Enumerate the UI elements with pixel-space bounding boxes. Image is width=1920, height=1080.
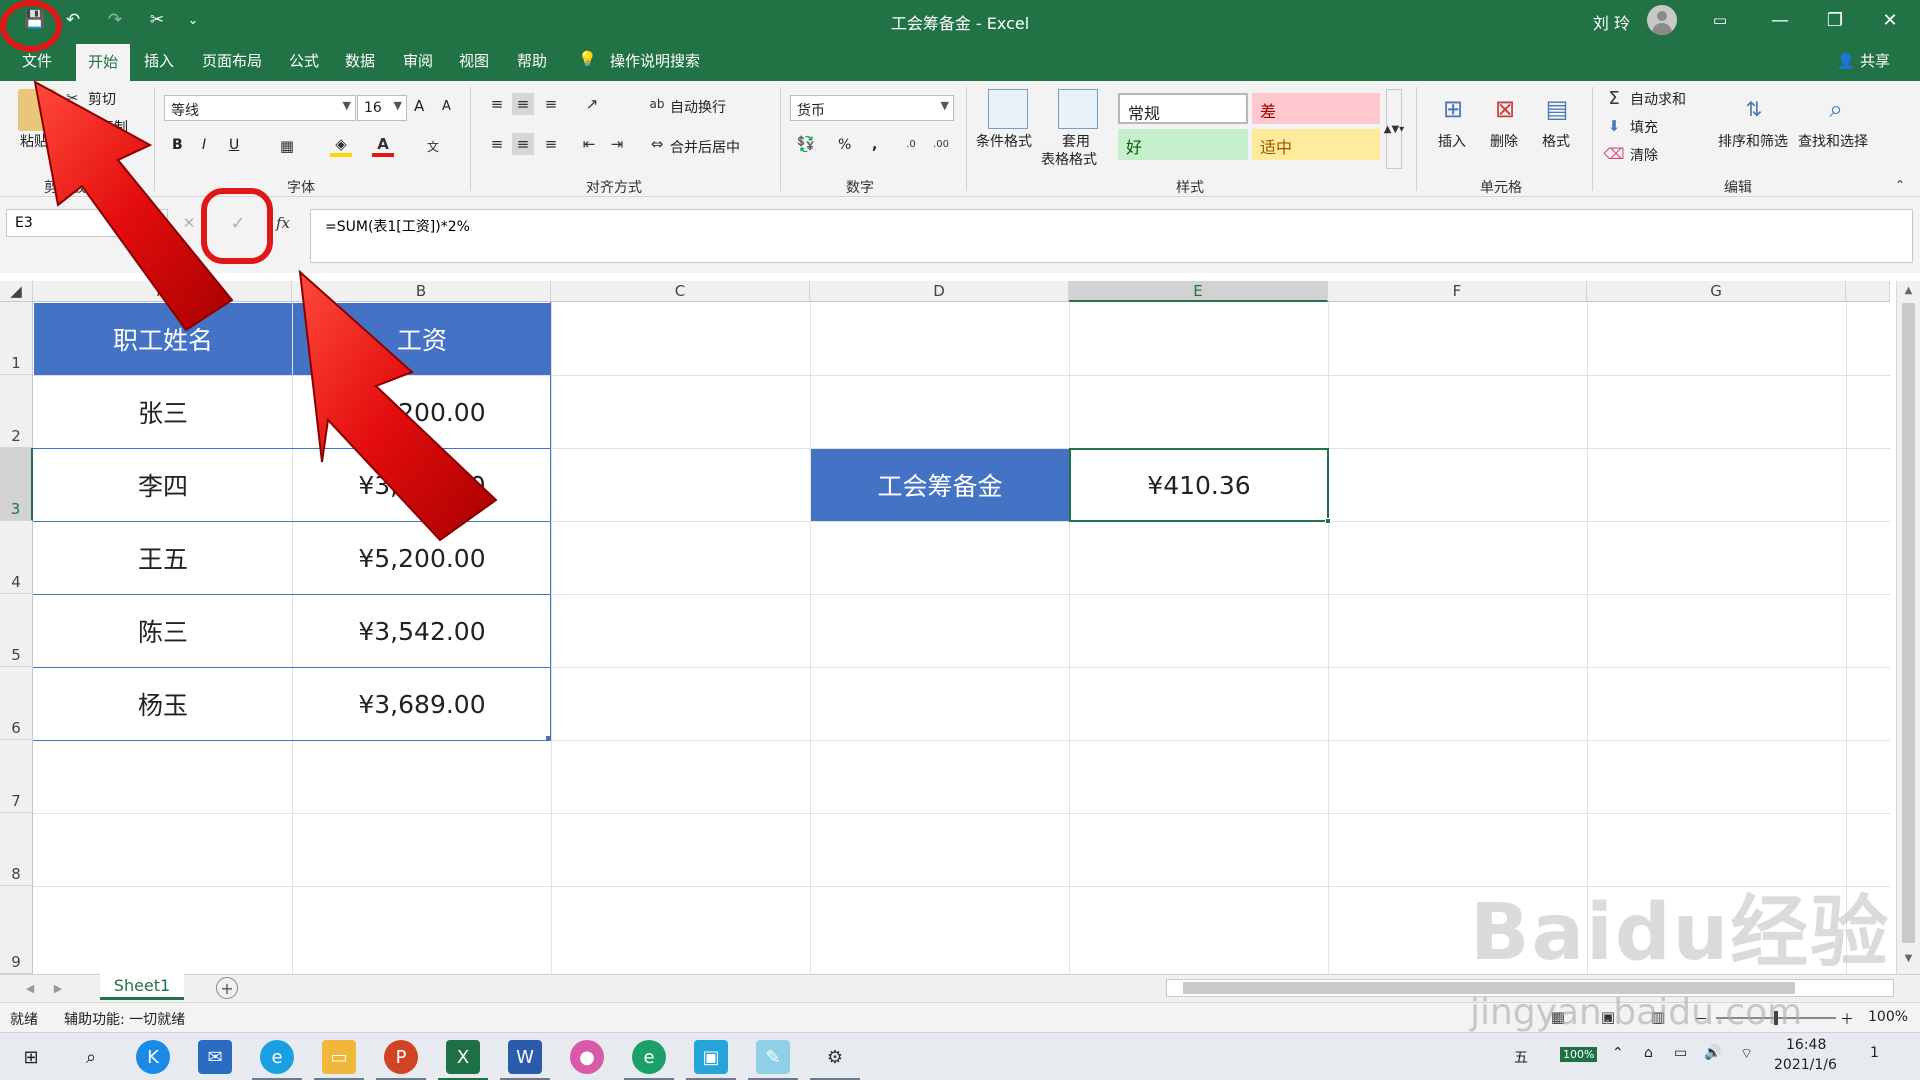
baidu-watermark: Baidu经验	[1470, 888, 1891, 978]
arrow-to-save-icon	[33, 80, 234, 332]
baidu-watermark-url: jingyan.baidu.com	[1470, 992, 1803, 1033]
arrow-to-enter-icon	[298, 269, 498, 542]
excel-window: 💾 ↶ ↷ ✂ ⌄ 工会筹备金 - Excel 刘 玲 ▭ — ❐ ✕ 文件 开…	[0, 0, 1920, 1080]
